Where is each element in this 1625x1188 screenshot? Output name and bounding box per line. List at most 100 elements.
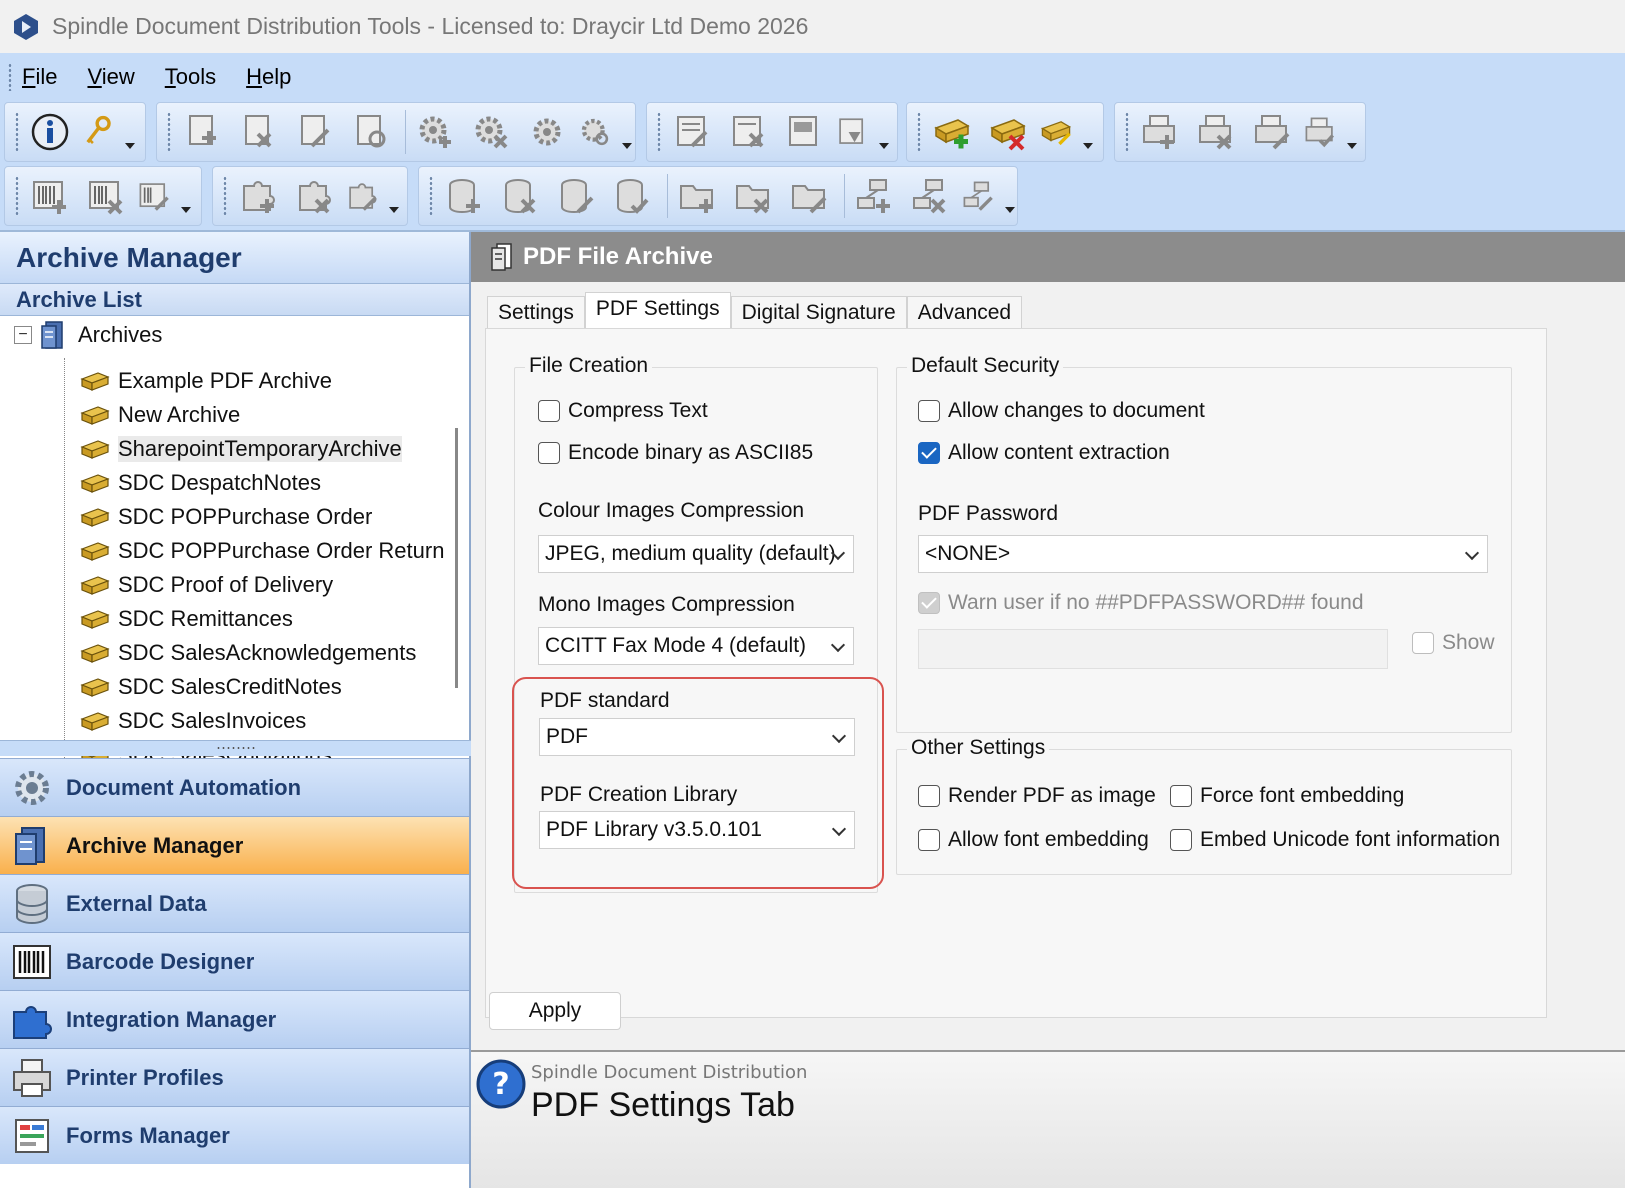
database-delete-icon[interactable] [495, 171, 545, 221]
tree-item[interactable]: SDC SalesInvoices [80, 704, 444, 738]
tree-item[interactable]: New Archive [80, 398, 444, 432]
nav-integration-manager[interactable]: Integration Manager [0, 990, 469, 1048]
checkbox-box[interactable] [538, 400, 560, 422]
checkbox-box[interactable] [918, 400, 940, 422]
printer-delete-icon[interactable] [1191, 107, 1241, 157]
checkbox-box[interactable] [1170, 829, 1192, 851]
password-field[interactable] [918, 629, 1388, 669]
toolbar-grip[interactable] [167, 112, 171, 152]
tab-advanced[interactable]: Advanced [906, 296, 1023, 330]
embed-unicode-checkbox[interactable]: Embed Unicode font information [1170, 828, 1500, 852]
document-edit-icon[interactable] [289, 107, 339, 157]
toolbar-dropdown[interactable] [121, 107, 137, 157]
tab-digital-signature[interactable]: Digital Signature [730, 296, 907, 330]
form-view-icon[interactable] [779, 107, 829, 157]
mono-compression-dropdown[interactable]: CCITT Fax Mode 4 (default) [538, 627, 854, 665]
archive-add-icon[interactable] [927, 107, 977, 157]
network-edit-icon[interactable] [961, 171, 995, 221]
toolbar-grip[interactable] [657, 112, 661, 152]
puzzle-add-icon[interactable] [233, 171, 283, 221]
puzzle-edit-icon[interactable] [345, 171, 379, 221]
tree-item[interactable]: SDC POPPurchase Order Return [80, 534, 444, 568]
menu-grip[interactable] [8, 62, 12, 91]
tree-item[interactable]: SDC Remittances [80, 602, 444, 636]
form-delete-icon[interactable] [723, 107, 773, 157]
puzzle-delete-icon[interactable] [289, 171, 339, 221]
folder-add-icon[interactable] [672, 171, 722, 221]
archive-delete-icon[interactable] [983, 107, 1033, 157]
barcode-add-icon[interactable] [25, 171, 75, 221]
colour-compression-dropdown[interactable]: JPEG, medium quality (default) [538, 535, 854, 573]
database-edit-icon[interactable] [551, 171, 601, 221]
form-import-icon[interactable] [835, 107, 869, 157]
toolbar-dropdown[interactable] [618, 107, 634, 157]
tree-item[interactable]: SDC DespatchNotes [80, 466, 444, 500]
toolbar-dropdown[interactable] [1343, 107, 1359, 157]
checkbox-box[interactable] [918, 829, 940, 851]
allow-extraction-checkbox[interactable]: Allow content extraction [918, 441, 1170, 465]
network-delete-icon[interactable] [905, 171, 955, 221]
toolbar-dropdown[interactable] [1079, 107, 1095, 157]
checkbox-box[interactable] [1170, 785, 1192, 807]
encode-binary-checkbox[interactable]: Encode binary as ASCII85 [538, 441, 813, 465]
gear-refresh-icon[interactable] [578, 107, 612, 157]
allow-changes-checkbox[interactable]: Allow changes to document [918, 399, 1205, 423]
folder-delete-icon[interactable] [728, 171, 778, 221]
tree-item[interactable]: SDC Proof of Delivery [80, 568, 444, 602]
gear-add-icon[interactable] [410, 107, 460, 157]
document-refresh-icon[interactable] [345, 107, 395, 157]
pdf-library-dropdown[interactable]: PDF Library v3.5.0.101 [539, 811, 855, 849]
folder-edit-icon[interactable] [784, 171, 834, 221]
tree-item[interactable]: SDC SalesAcknowledgements [80, 636, 444, 670]
barcode-edit-icon[interactable] [137, 171, 171, 221]
checkbox-box[interactable] [1412, 632, 1434, 654]
nav-document-automation[interactable]: Document Automation [0, 758, 469, 816]
toolbar-dropdown[interactable] [1001, 171, 1017, 221]
network-add-icon[interactable] [849, 171, 899, 221]
panel-splitter[interactable] [0, 740, 471, 756]
show-password-checkbox[interactable]: Show [1412, 631, 1495, 655]
toolbar-grip[interactable] [15, 176, 19, 216]
menu-view[interactable]: View [87, 64, 134, 90]
toolbar-dropdown[interactable] [875, 107, 891, 157]
tree-item[interactable]: SharepointTemporaryArchive [80, 432, 444, 466]
tree-item[interactable]: SDC SalesCreditNotes [80, 670, 444, 704]
gear-delete-icon[interactable] [466, 107, 516, 157]
barcode-delete-icon[interactable] [81, 171, 131, 221]
checkbox-box[interactable] [918, 785, 940, 807]
toolbar-grip[interactable] [917, 112, 921, 152]
tree-item[interactable]: SDC POPPurchase Order [80, 500, 444, 534]
toolbar-dropdown[interactable] [385, 171, 401, 221]
toolbar-grip[interactable] [1125, 112, 1129, 152]
nav-external-data[interactable]: External Data [0, 874, 469, 932]
pdf-standard-dropdown[interactable]: PDF [539, 718, 855, 756]
database-add-icon[interactable] [439, 171, 489, 221]
checkbox-box[interactable] [918, 592, 940, 614]
apply-button[interactable]: Apply [489, 992, 621, 1030]
checkbox-box[interactable] [538, 442, 560, 464]
tab-pdf-settings[interactable]: PDF Settings [584, 292, 731, 330]
toolbar-grip[interactable] [15, 112, 19, 152]
nav-forms-manager[interactable]: Forms Manager [0, 1106, 469, 1164]
document-delete-icon[interactable] [233, 107, 283, 157]
collapse-icon[interactable]: − [14, 326, 32, 344]
toolbar-grip[interactable] [223, 176, 227, 216]
nav-archive-manager[interactable]: Archive Manager [0, 816, 469, 874]
gear-edit-icon[interactable] [522, 107, 572, 157]
document-add-icon[interactable] [177, 107, 227, 157]
printer-edit-icon[interactable] [1247, 107, 1297, 157]
force-font-checkbox[interactable]: Force font embedding [1170, 784, 1404, 808]
menu-help[interactable]: Help [246, 64, 291, 90]
info-icon[interactable] [25, 107, 75, 157]
tree-item[interactable]: Example PDF Archive [80, 364, 444, 398]
pdf-password-dropdown[interactable]: <NONE> [918, 535, 1488, 573]
tree-root[interactable]: − Archives [14, 320, 162, 350]
nav-barcode-designer[interactable]: Barcode Designer [0, 932, 469, 990]
render-image-checkbox[interactable]: Render PDF as image [918, 784, 1156, 808]
database-check-icon[interactable] [607, 171, 657, 221]
printer-add-icon[interactable] [1135, 107, 1185, 157]
nav-printer-profiles[interactable]: Printer Profiles [0, 1048, 469, 1106]
tree-scrollbar[interactable] [455, 428, 458, 688]
checkbox-box[interactable] [918, 442, 940, 464]
compress-text-checkbox[interactable]: Compress Text [538, 399, 708, 423]
